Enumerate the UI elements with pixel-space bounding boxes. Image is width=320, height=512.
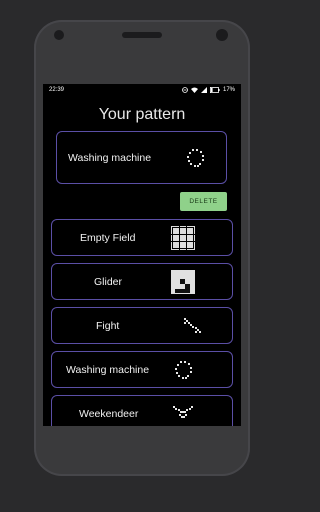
status-icons: 17%: [182, 87, 235, 93]
pattern-item-weekendeer[interactable]: Weekendeer: [51, 395, 233, 426]
pattern-item-label: Empty Field: [80, 232, 136, 244]
page-title: Your pattern: [98, 106, 186, 123]
pattern-item-glider[interactable]: Glider: [51, 263, 233, 300]
status-time: 22:39: [49, 87, 65, 93]
delete-button[interactable]: DELETE: [180, 192, 227, 211]
status-bar: 22:39 17%: [43, 84, 241, 96]
app-screen: 22:39 17% Your pattern Washing machine D…: [43, 84, 241, 426]
wifi-icon: [190, 87, 198, 93]
pattern-item-washing-machine[interactable]: Washing machine: [51, 351, 233, 388]
speaker-grille: [122, 32, 162, 38]
pattern-item-label: Washing machine: [66, 364, 150, 376]
washing-machine-pattern-icon: [175, 361, 192, 379]
pattern-item-label: Weekendeer: [79, 408, 139, 420]
fight-pattern-icon: [184, 318, 201, 333]
pattern-item-fight[interactable]: Fight: [51, 307, 233, 344]
weekendeer-pattern-icon: [173, 406, 193, 418]
selected-pattern-label: Washing machine: [68, 152, 152, 164]
front-camera-icon: [216, 29, 228, 41]
pattern-item-label: Glider: [94, 276, 123, 288]
signal-icon: [200, 87, 207, 93]
glider-pattern-icon: [171, 270, 195, 294]
selected-pattern-card[interactable]: Washing machine: [56, 131, 227, 184]
washing-machine-pattern-icon: [187, 149, 204, 167]
battery-icon: [209, 87, 220, 93]
pattern-item-empty-field[interactable]: Empty Field: [51, 219, 233, 256]
sensor-icon: [54, 30, 64, 40]
battery-level: 17%: [222, 87, 235, 93]
grid-icon: [171, 226, 195, 250]
pattern-item-label: Fight: [96, 320, 120, 332]
do-not-disturb-icon: [182, 87, 188, 93]
